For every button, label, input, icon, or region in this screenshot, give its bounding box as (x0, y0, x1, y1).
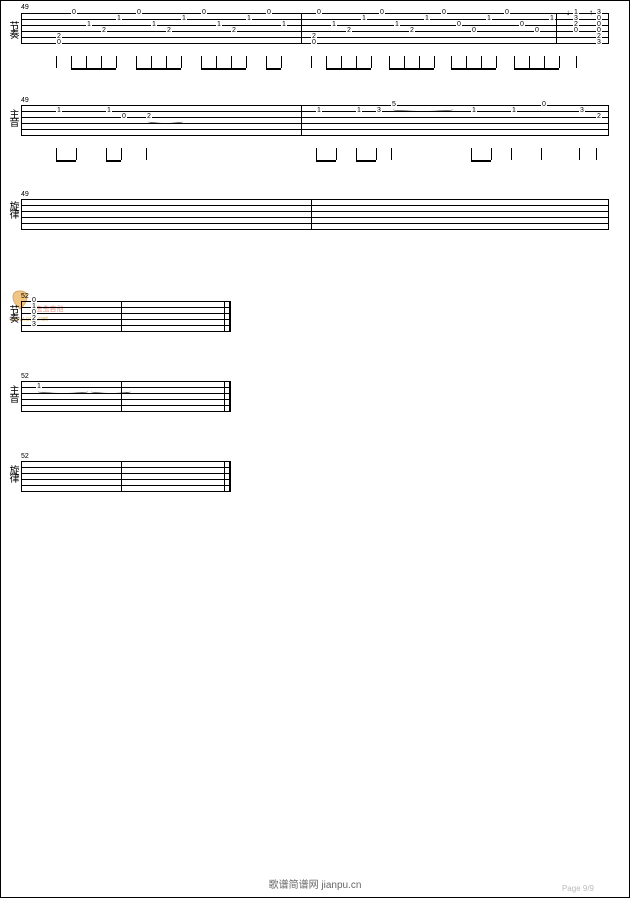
track-label-accomp: 旋律 (5, 465, 20, 481)
final-barline (224, 381, 231, 411)
tab-fret: 0 (504, 10, 510, 16)
tab-fret: 0 (266, 10, 272, 16)
tab-fret: 1 (549, 16, 555, 22)
strum-up-icon: ↑ (589, 8, 593, 17)
tab-fret: 1 (86, 22, 92, 28)
tab-fret: 3 (31, 322, 37, 328)
final-barline (224, 461, 231, 491)
tab-fret: 1 (486, 16, 492, 22)
tab-fret: 2 (346, 28, 352, 34)
tie-icon (91, 389, 131, 394)
measure-number: 49 (21, 97, 29, 104)
tab-fret: 0 (56, 40, 62, 46)
tab-fret: 0 (519, 22, 525, 28)
rhythm-notation (21, 56, 609, 76)
track-label-rhythm: 节奏 (5, 305, 20, 321)
tab-fret: 1 (424, 16, 430, 22)
tab-fret: 0 (441, 10, 447, 16)
tab-fret: 0 (311, 40, 317, 46)
tab-fret: 1 (246, 16, 252, 22)
tie-icon (393, 107, 453, 112)
tab-fret: 2 (596, 114, 602, 120)
tab-fret: 2 (231, 28, 237, 34)
tab-fret: 1 (151, 22, 157, 28)
lead-tab-staff-2: 1 (21, 381, 231, 411)
tab-fret: 1 (316, 108, 322, 114)
strum-down-icon: ↓ (566, 8, 570, 17)
tab-fret: 1 (394, 22, 400, 28)
tab-fret: 0 (541, 102, 547, 108)
tab-fret: 2 (409, 28, 415, 34)
measure-number: 52 (21, 293, 29, 300)
rhythm-tab-staff-1: 0 1 2 1 0 1 2 1 2 0 0 1 2 1 0 1 0 1 2 1 … (21, 13, 609, 43)
track-label-rhythm: 节奏 (5, 21, 20, 37)
tab-fret: 1 (331, 22, 337, 28)
footer-site: 歌谱简谱网 jianpu.cn (269, 876, 362, 891)
track-label-accomp: 旋律 (5, 201, 20, 217)
final-barline (224, 301, 231, 331)
measure-number: 49 (21, 4, 29, 11)
tab-fret: 1 (361, 16, 367, 22)
tab-fret: 1 (56, 108, 62, 114)
tab-fret: 1 (356, 108, 362, 114)
measure-number: 49 (21, 191, 29, 198)
tab-fret: 1 (116, 16, 122, 22)
tab-fret: 1 (36, 384, 42, 390)
accomp-tab-staff-1 (21, 199, 609, 229)
measure-number: 52 (21, 373, 29, 380)
rhythm-notation (21, 148, 609, 168)
tab-fret: 0 (471, 28, 477, 34)
tab-fret: 1 (471, 108, 477, 114)
sheet-music-page: 49 节奏 0 1 2 1 0 1 2 1 2 0 0 (0, 0, 630, 898)
tab-fret: 2 (166, 28, 172, 34)
tie-icon (148, 119, 183, 124)
tab-fret: 3 (376, 108, 382, 114)
tab-fret: 3 (596, 40, 602, 46)
tab-fret: 2 (101, 28, 107, 34)
footer-page: Page 9/9 (562, 884, 594, 893)
tie-icon (38, 389, 88, 394)
track-label-lead: 主音 (5, 385, 20, 401)
tab-fret: 2 (146, 114, 152, 120)
lead-tab-staff-1: 1 1 0 2 1 1 3 5 1 1 0 3 2 (21, 105, 609, 135)
track-label-lead: 主音 (5, 109, 20, 125)
tab-fret: 0 (71, 10, 77, 16)
tab-fret: 3 (579, 108, 585, 114)
tab-fret: 1 (181, 16, 187, 22)
accomp-tab-staff-2 (21, 461, 231, 491)
tab-fret: 1 (106, 108, 112, 114)
tab-fret: 1 (216, 22, 222, 28)
measure-number: 52 (21, 453, 29, 460)
tab-fret: 0 (456, 22, 462, 28)
tab-fret: 0 (121, 114, 127, 120)
tab-fret: 0 (573, 28, 579, 34)
tab-fret: 1 (281, 22, 287, 28)
tab-fret: 0 (379, 10, 385, 16)
tab-fret: 5 (391, 102, 397, 108)
tab-fret: 0 (534, 28, 540, 34)
tab-fret: 0 (201, 10, 207, 16)
tab-fret: 0 (136, 10, 142, 16)
rhythm-tab-staff-2: 0 1 0 2 3 (21, 301, 231, 331)
tab-fret: 1 (511, 108, 517, 114)
tab-fret: 0 (316, 10, 322, 16)
